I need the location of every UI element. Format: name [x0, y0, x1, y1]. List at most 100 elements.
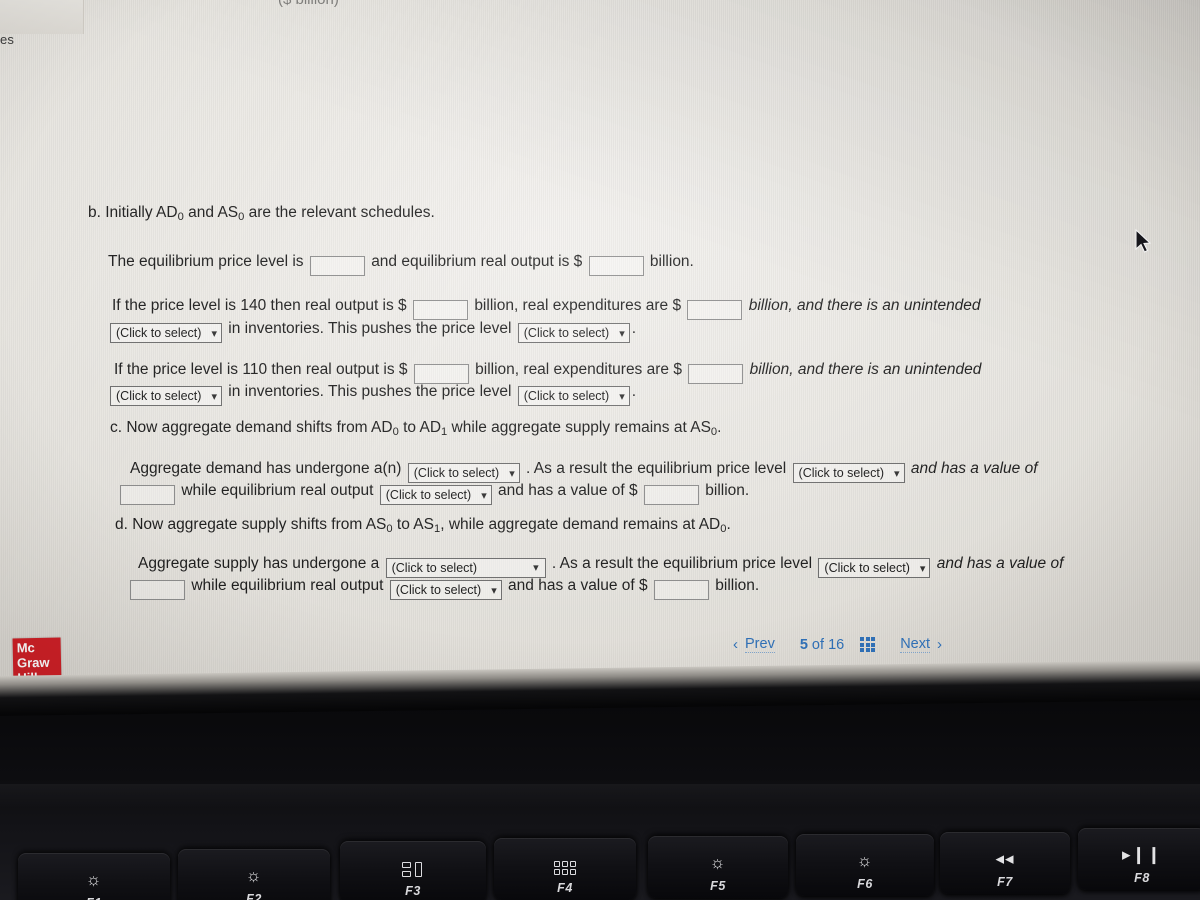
brightness-down-icon: ☼: [85, 870, 103, 889]
case-140-label-a: If the price level is 140 then real outp…: [112, 297, 407, 314]
part-c-label-d: while equilibrium real output: [181, 482, 374, 499]
part-c-heading-d: .: [717, 419, 722, 436]
key-f3[interactable]: F3: [340, 841, 486, 900]
select-placeholder: (Click to select): [385, 488, 472, 502]
part-d-label-d: while equilibrium real output: [191, 577, 384, 594]
part-c-heading-b: to AD: [398, 419, 442, 436]
key-f2-label: F2: [246, 892, 262, 900]
chevron-down-icon: ▾: [893, 468, 900, 480]
case-110-label-b: billion, real expenditures are $: [475, 361, 682, 378]
key-f6[interactable]: ☼ F6: [796, 834, 934, 896]
mouse-cursor: [1135, 228, 1152, 253]
as-pricelevel-value-input[interactable]: [130, 579, 185, 600]
chevron-down-icon: ▾: [491, 585, 497, 597]
part-d-label-b: . As a result the equilibrium price leve…: [551, 555, 813, 572]
equilibrium-line: The equilibrium price level is and equil…: [108, 252, 694, 276]
part-c-heading-c: while aggregate supply remains at AS: [447, 419, 711, 436]
case-140-line1: If the price level is 140 then real outp…: [112, 296, 981, 320]
chevron-down-icon: ▾: [919, 563, 926, 575]
key-f6-label: F6: [857, 877, 873, 891]
part-c-label-b: . As a result the equilibrium price leve…: [526, 460, 787, 477]
part-d-heading-c: , while aggregate demand remains at AD: [440, 516, 721, 533]
mission-control-icon: [402, 862, 424, 878]
case-140-output-input[interactable]: [413, 299, 468, 320]
case-110-expenditures-input[interactable]: [688, 363, 744, 384]
prev-button[interactable]: Prev: [745, 636, 775, 653]
as-change-type-select[interactable]: (Click to select) ▾: [385, 558, 546, 578]
laptop-keyboard-deck: ☼ F1 ☼ F2 F3 F4 ☼ F5 ☼ F6 ◂◂ F7 ▸❙❙ F8: [0, 688, 1200, 900]
part-c-label-a: Aggregate demand has undergone a(n): [130, 460, 402, 477]
key-f1[interactable]: ☼ F1: [18, 853, 170, 900]
key-f7-label: F7: [997, 875, 1013, 889]
key-f8[interactable]: ▸❙❙ F8: [1078, 828, 1200, 890]
part-d-label-a: Aggregate supply has undergone a: [138, 555, 380, 572]
case-140-pricelevel-select[interactable]: (Click to select) ▾: [517, 323, 630, 343]
as-output-direction-select[interactable]: (Click to select) ▾: [389, 580, 502, 600]
grid-view-icon[interactable]: [860, 637, 876, 652]
case-110-pricelevel-select[interactable]: (Click to select) ▾: [517, 386, 630, 406]
next-button[interactable]: Next: [900, 636, 931, 653]
part-b-heading: b. Initially AD0 and AS0 are the relevan…: [88, 203, 435, 225]
key-f1-label: F1: [86, 896, 102, 900]
key-f4[interactable]: F4: [494, 838, 636, 900]
part-d-body-line2: while equilibrium real output (Click to …: [128, 576, 759, 600]
part-c-label-e: and has a value of $: [498, 482, 638, 499]
select-placeholder: (Click to select): [116, 389, 202, 403]
case-140-inventory-select[interactable]: (Click to select) ▾: [110, 323, 222, 343]
key-f5[interactable]: ☼ F5: [648, 836, 788, 898]
case-110-line1: If the price level is 110 then real outp…: [114, 360, 981, 384]
part-d-heading-d: .: [726, 516, 731, 533]
part-d-body-line1: Aggregate supply has undergone a (Click …: [138, 554, 1063, 578]
key-f2[interactable]: ☼ F2: [178, 849, 330, 900]
ad-output-direction-select[interactable]: (Click to select) ▾: [379, 485, 492, 505]
key-f8-label: F8: [1134, 871, 1150, 885]
equilibrium-output-input[interactable]: [588, 255, 644, 276]
case-140-label-c: billion, and there is an unintended: [748, 297, 981, 314]
play-pause-icon: ▸❙❙: [1121, 845, 1163, 864]
equilibrium-price-input[interactable]: [309, 255, 365, 276]
as-output-value-input[interactable]: [653, 579, 709, 600]
assignment-page: b. Initially AD0 and AS0 are the relevan…: [0, 0, 1200, 688]
part-c-heading: c. Now aggregate demand shifts from AD0 …: [110, 418, 721, 440]
case-140-expenditures-input[interactable]: [687, 299, 743, 320]
part-d-label-c: and has a value of: [936, 555, 1064, 572]
equilibrium-label-a: The equilibrium price level is: [108, 253, 304, 270]
keyboard-dim-icon: ☼: [709, 853, 727, 872]
chevron-left-icon[interactable]: ‹: [733, 636, 738, 653]
key-f3-label: F3: [405, 884, 421, 898]
as-pricelevel-direction-select[interactable]: (Click to select) ▾: [818, 558, 931, 578]
case-110-output-input[interactable]: [413, 363, 469, 384]
chevron-down-icon: ▾: [211, 328, 217, 340]
case-110-line2: (Click to select) ▾ in inventories. This …: [108, 382, 636, 406]
part-d-heading-a: d. Now aggregate supply shifts from AS: [115, 516, 387, 533]
chevron-down-icon: ▾: [509, 468, 515, 480]
chevron-right-icon[interactable]: ›: [937, 636, 942, 653]
select-placeholder: (Click to select): [798, 466, 884, 480]
case-140-line2: (Click to select) ▾ in inventories. This …: [108, 319, 636, 343]
case-110-label-e: .: [631, 383, 637, 400]
case-110-label-a: If the price level is 110 then real outp…: [114, 361, 408, 378]
key-f7[interactable]: ◂◂ F7: [940, 832, 1070, 894]
logo-line-1: Mc: [16, 640, 35, 656]
case-140-label-b: billion, real expenditures are $: [474, 297, 682, 314]
launchpad-icon: [554, 861, 576, 875]
case-110-label-c: billion, and there is an unintended: [749, 361, 982, 378]
part-c-label-f: billion.: [705, 482, 750, 499]
ad-change-type-select[interactable]: (Click to select) ▾: [407, 463, 520, 483]
case-140-label-e: .: [631, 320, 637, 337]
part-c-heading-a: c. Now aggregate demand shifts from AD: [110, 419, 393, 436]
select-placeholder: (Click to select): [413, 466, 500, 480]
ad-pricelevel-value-input[interactable]: [120, 484, 175, 505]
keyboard-bright-icon: ☼: [856, 851, 874, 870]
ad-pricelevel-direction-select[interactable]: (Click to select) ▾: [792, 463, 905, 483]
part-d-label-f: billion.: [715, 577, 760, 594]
part-d-heading-b: to AS: [392, 516, 434, 533]
case-110-inventory-select[interactable]: (Click to select) ▾: [110, 386, 222, 406]
ad-output-value-input[interactable]: [643, 484, 699, 505]
rewind-icon: ◂◂: [995, 849, 1015, 868]
page-of: of: [807, 636, 829, 653]
select-placeholder: (Click to select): [523, 389, 610, 403]
select-placeholder: (Click to select): [391, 561, 478, 575]
laptop-screen: es ($ billion) b. Initially AD0 and AS0 …: [0, 0, 1200, 688]
chevron-down-icon: ▾: [533, 562, 539, 574]
